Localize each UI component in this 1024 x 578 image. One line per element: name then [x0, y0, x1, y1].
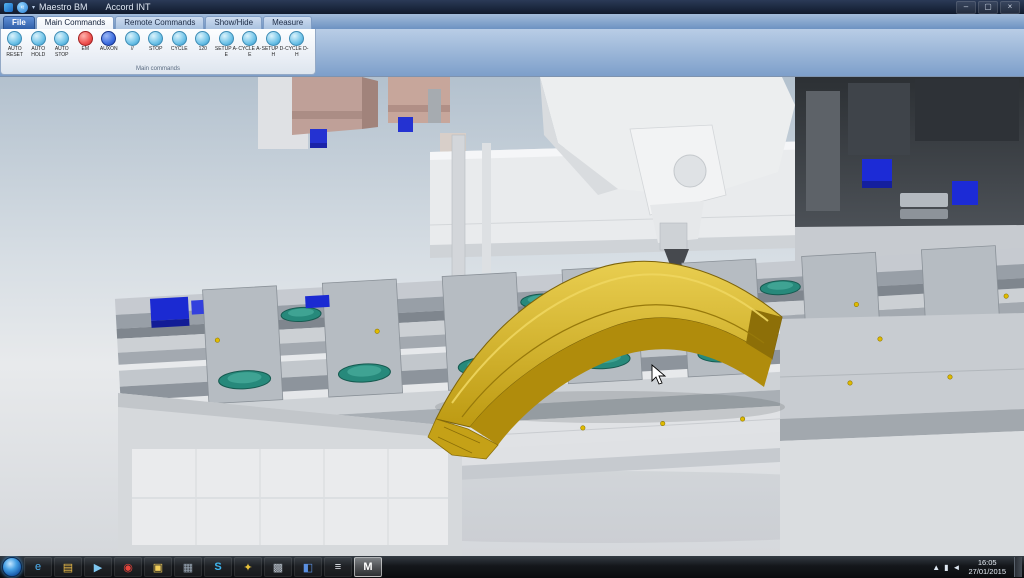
taskbar-notepad-icon[interactable]: ≡	[324, 557, 352, 577]
auto-hold-button[interactable]: AUTO HOLD	[27, 31, 51, 65]
minimize-button[interactable]: –	[956, 1, 976, 14]
feed-hold-button[interactable]: //	[121, 31, 145, 65]
right-platform	[780, 313, 1024, 556]
tab-measure[interactable]: Measure	[263, 16, 312, 29]
system-tray: ▲ ▮ ◄ 16:05 27/01/2015	[932, 557, 1022, 577]
cycle-icon	[172, 31, 187, 46]
auto-hold-icon	[31, 31, 46, 46]
ribbon-main-commands-panel: AUTO RESET AUTO HOLD AUTO STOP EM AUXON …	[0, 29, 316, 75]
ribbon-group-label: Main commands	[1, 65, 315, 74]
clock-date: 27/01/2015	[968, 567, 1006, 576]
setup-ae-icon	[219, 31, 234, 46]
setup-dh-button[interactable]: SETUP D-H	[262, 31, 286, 65]
cycle-ae-button[interactable]: CYCLE A-E	[238, 31, 262, 65]
volume-icon[interactable]: ◄	[953, 563, 961, 572]
tab-main-commands[interactable]: Main Commands	[36, 16, 114, 29]
auxon-button[interactable]: AUXON	[97, 31, 121, 65]
left-tool-heads	[258, 77, 466, 153]
taskbar-maestro-app-icon[interactable]: M	[354, 557, 382, 577]
auto-reset-button[interactable]: AUTO RESET	[3, 31, 27, 65]
window-title-left: Maestro BM	[39, 2, 88, 12]
feed-hold-icon	[125, 31, 140, 46]
app-icon	[4, 3, 13, 12]
taskbar-app-blue-icon[interactable]: ◧	[294, 557, 322, 577]
ribbon-band: AUTO RESET AUTO HOLD AUTO STOP EM AUXON …	[0, 29, 1024, 76]
window-controls: – ▢ ×	[956, 1, 1020, 14]
cycle-dh-button[interactable]: CYCLE D-H	[285, 31, 309, 65]
setup-dh-icon	[266, 31, 281, 46]
3d-viewport[interactable]	[0, 76, 1024, 556]
taskbar-clock[interactable]: 16:05 27/01/2015	[964, 558, 1010, 577]
taskbar-windows-explorer-icon[interactable]: ▤	[54, 557, 82, 577]
stop-button[interactable]: STOP	[144, 31, 168, 65]
cycle-button[interactable]: CYCLE	[168, 31, 192, 65]
cycle-dh-icon	[289, 31, 304, 46]
maximize-button[interactable]: ▢	[978, 1, 998, 14]
tab-show-hide[interactable]: Show/Hide	[205, 16, 262, 29]
taskbar-media-player-icon[interactable]: ▶	[84, 557, 112, 577]
hidden-icons-arrow-icon[interactable]: ▲	[932, 563, 940, 572]
taskbar-internet-explorer-icon[interactable]: e	[24, 557, 52, 577]
window-title-right: Accord INT	[106, 2, 151, 12]
taskbar: e ▤ ▶ ◉ ▣ ▦ S ✦ ▩ ◧ ≡ M ▲ ▮ ◄ 16:05 27/0…	[0, 556, 1024, 578]
machine-3d-scene	[0, 77, 1024, 556]
taskbar-cad-tool-icon[interactable]: ✦	[234, 557, 262, 577]
ribbon-tab-bar: File Main Commands Remote Commands Show/…	[0, 14, 1024, 29]
tab-remote-commands[interactable]: Remote Commands	[115, 16, 204, 29]
quick-access-button[interactable]: «	[17, 2, 28, 13]
auto-reset-icon	[7, 31, 22, 46]
taskbar-image-viewer-icon[interactable]: ▦	[174, 557, 202, 577]
application-window: « ▾ Maestro BM Accord INT – ▢ × File Mai…	[0, 0, 1024, 578]
auxon-icon	[101, 31, 116, 46]
emergency-icon	[78, 31, 93, 46]
auto-stop-icon	[54, 31, 69, 46]
quick-access-dropdown-icon[interactable]: ▾	[32, 4, 35, 11]
speed-icon	[195, 31, 210, 46]
speed-120-button[interactable]: 120	[191, 31, 215, 65]
auto-stop-button[interactable]: AUTO STOP	[50, 31, 74, 65]
tab-file[interactable]: File	[3, 16, 35, 29]
taskbar-folder-icon[interactable]: ▣	[144, 557, 172, 577]
stop-icon	[148, 31, 163, 46]
network-icon[interactable]: ▮	[944, 563, 948, 572]
start-button[interactable]	[2, 557, 22, 577]
taskbar-app-gray-icon[interactable]: ▩	[264, 557, 292, 577]
show-desktop-button[interactable]	[1014, 557, 1022, 577]
taskbar-chrome-icon[interactable]: ◉	[114, 557, 142, 577]
close-button[interactable]: ×	[1000, 1, 1020, 14]
title-bar: « ▾ Maestro BM Accord INT – ▢ ×	[0, 0, 1024, 14]
ribbon-button-row: AUTO RESET AUTO HOLD AUTO STOP EM AUXON …	[1, 29, 315, 65]
em-button[interactable]: EM	[74, 31, 98, 65]
clock-time: 16:05	[968, 558, 1006, 567]
cycle-ae-icon	[242, 31, 257, 46]
taskbar-skype-icon[interactable]: S	[204, 557, 232, 577]
setup-ae-button[interactable]: SETUP A-E	[215, 31, 239, 65]
